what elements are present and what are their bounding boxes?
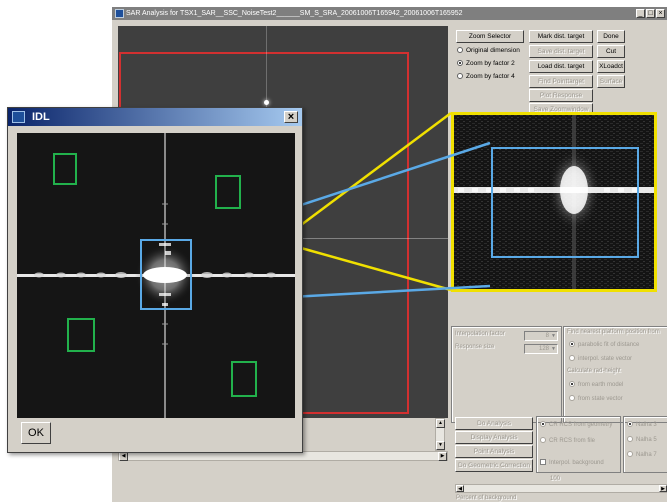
noise-region-box[interactable] [215,175,241,209]
save-dist-target-button[interactable]: Save dist. target [529,45,593,58]
scroll-right-icon[interactable]: ▶ [438,452,447,461]
radio-label: Nalha 3 [636,422,657,428]
radio-label: CR RCS from geometry [549,422,613,428]
idl-response-image[interactable] [17,133,295,418]
radio-dot-icon [569,381,575,387]
plot-response-button[interactable]: Plot Response [529,89,593,102]
point-analysis-button[interactable]: Point Analysis [455,445,533,458]
idl-title-text: IDL [32,111,50,123]
interpolation-label: Interpolation factor [455,331,505,337]
response-size-value: 128 [538,346,549,352]
radio-nalha-7[interactable]: Nalha 7 [627,450,657,460]
display-analysis-button[interactable]: Display Analysis [455,431,533,444]
minimize-icon[interactable]: _ [636,9,645,18]
radio-dot-icon [627,451,633,457]
response-size-select[interactable]: 128 ▼ [524,344,558,354]
radio-earth-model[interactable]: from earth model [569,380,623,390]
radio-label: interpol. state vector [578,356,633,362]
response-settings-panel: Interpolation factor 8 ▼ Response size 12… [451,326,562,423]
idl-app-icon [12,111,25,123]
scroll-up-icon[interactable]: ▲ [436,419,445,428]
radio-dot-icon [569,395,575,401]
radio-rcs-geometry[interactable]: CR RCS from geometry [540,420,612,430]
platform-heading: Find nearest platform position from [567,329,660,335]
main-title-text: SAR Analysis for TSX1_SAR__SSC_NoiseTest… [126,10,463,17]
vertical-scrollbar[interactable]: ▲ ▼ [435,418,445,451]
nalha-panel: Nalha 3 Nalha 5 Nalha 7 [623,416,667,473]
radio-state-vector[interactable]: from state vector [569,394,623,404]
checkbox-box [540,459,546,465]
background-slider[interactable]: ◀ ▶ [455,484,667,493]
cut-button[interactable]: Cut [597,45,625,58]
radio-label: Nalha 5 [636,437,657,443]
radio-nalha-5[interactable]: Nalha 5 [627,435,657,445]
radio-dot-icon [569,355,575,361]
scroll-down-icon[interactable]: ▼ [436,441,445,450]
noise-region-box[interactable] [67,318,95,352]
radio-zoom-factor-4[interactable]: Zoom by factor 4 [457,72,515,82]
slider-left-icon[interactable]: ◀ [456,485,464,492]
radio-dot-icon [627,421,633,427]
radio-dot-icon [627,436,633,442]
do-analysis-button[interactable]: Do Analysis [455,417,533,430]
slider-value: 100 [550,476,561,482]
radio-label: Original dimension [466,47,520,54]
geometric-correction-button[interactable]: Do Geometric Correction [455,459,533,472]
radio-label: Zoom by factor 4 [466,73,515,80]
scroll-left-icon[interactable]: ◀ [119,452,128,461]
radio-original-dimension[interactable]: Original dimension [457,46,520,56]
radio-label: CR RCS from file [549,438,596,444]
main-title-bar[interactable]: SAR Analysis for TSX1_SAR__SSC_NoiseTest… [112,7,667,20]
rad-height-heading: Calculate rad-height [567,368,621,374]
interpolation-value: 8 [545,333,549,339]
interpolation-select[interactable]: 8 ▼ [524,331,558,341]
zoom-view[interactable] [451,112,657,292]
point-target-spot [264,100,269,105]
radio-rcs-file[interactable]: CR RCS from file [540,436,595,446]
checkbox-label: Interpol. background [549,460,604,466]
xloadct-button[interactable]: XLoadct [597,60,625,73]
radio-parabolic-fit[interactable]: parabolic fit of distance [569,340,639,350]
load-dist-target-button[interactable]: Load dist. target [529,60,593,73]
close-icon[interactable]: × [656,9,665,18]
radio-dot-icon [569,341,575,347]
radio-label: parabolic fit of distance [578,342,640,348]
surface-button[interactable]: Surface [597,75,625,88]
find-pointtarget-button[interactable]: Find Pointtarget [529,75,593,88]
radio-dot-icon [457,60,463,66]
app-icon [115,9,124,18]
idl-dialog: IDL × OK [7,107,303,453]
radio-dot-icon [540,421,546,427]
radio-dot-icon [457,47,463,53]
radio-dot-icon [540,437,546,443]
radio-interpol-state-vector[interactable]: interpol. state vector [569,354,632,364]
radio-label: Nalha 7 [636,452,657,458]
maximize-icon[interactable]: □ [646,9,655,18]
mark-dist-target-button[interactable]: Mark dist. target [529,30,593,43]
radio-label: from earth model [578,382,624,388]
radio-label: Zoom by factor 2 [466,60,515,67]
ok-button[interactable]: OK [21,422,51,444]
radio-dot-icon [457,73,463,79]
radio-nalha-3[interactable]: Nalha 3 [627,420,657,430]
response-size-label: Response size [455,344,495,350]
chevron-down-icon: ▼ [551,346,556,352]
noise-region-box[interactable] [53,153,77,185]
radio-zoom-factor-2[interactable]: Zoom by factor 2 [457,59,515,69]
done-button[interactable]: Done [597,30,625,43]
platform-position-panel: Find nearest platform position from para… [563,326,667,423]
chevron-down-icon: ▼ [551,333,556,339]
radio-label: from state vector [578,396,623,402]
rcs-panel: CR RCS from geometry CR RCS from file In… [536,416,621,473]
zoom-selector-button[interactable]: Zoom Selector [456,30,524,43]
noise-region-box[interactable] [231,361,257,397]
close-icon[interactable]: × [284,111,298,123]
slider-right-icon[interactable]: ▶ [659,485,667,492]
idl-title-bar[interactable]: IDL × [8,108,302,126]
interpol-background-checkbox[interactable]: Interpol. background [540,459,604,468]
